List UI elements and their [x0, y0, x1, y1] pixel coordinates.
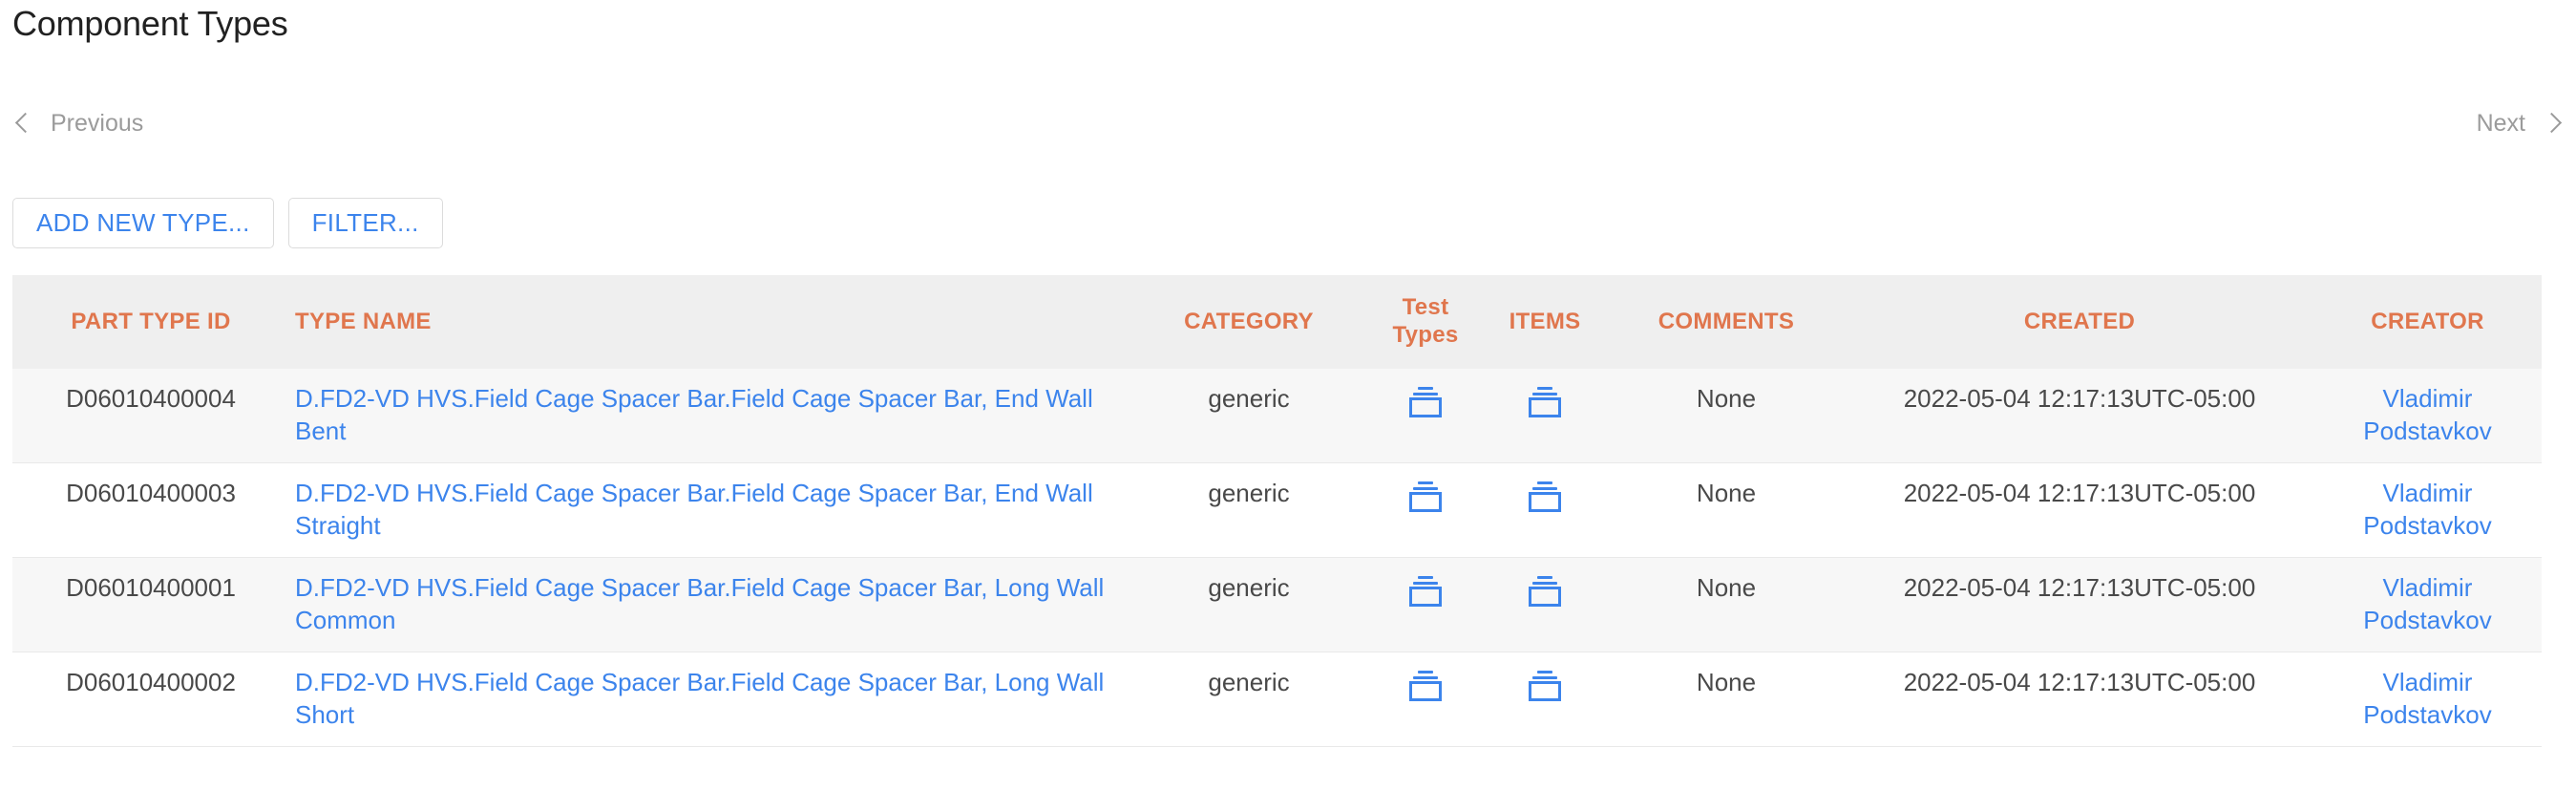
stacked-boxes-icon[interactable]: [1409, 481, 1442, 513]
column-header-created[interactable]: CREATED: [1846, 275, 2313, 369]
component-types-page: Component Types Previous Next ADD NEW TY…: [0, 0, 2576, 791]
cell-part-type-id: D06010400003: [66, 479, 236, 507]
stacked-boxes-icon[interactable]: [1529, 671, 1561, 702]
pagination-bar: Previous Next: [0, 101, 2576, 145]
stacked-boxes-icon[interactable]: [1529, 576, 1561, 608]
cell-part-type-id: D06010400002: [66, 668, 236, 696]
table-header-row: PART TYPE ID TYPE NAME CATEGORY Test Typ…: [12, 275, 2542, 369]
column-header-test-types[interactable]: Test Types: [1368, 275, 1483, 369]
table-row: D06010400001 D.FD2-VD HVS.Field Cage Spac…: [12, 557, 2542, 652]
add-new-type-button[interactable]: ADD NEW TYPE...: [12, 198, 274, 248]
next-page-button[interactable]: Next: [2477, 109, 2564, 138]
cell-test-types: [1368, 463, 1483, 558]
cell-creator: Vladimir Podstavkov: [2313, 652, 2542, 747]
page-title: Component Types: [12, 4, 288, 43]
next-page-label: Next: [2476, 110, 2525, 137]
cell-items: [1483, 369, 1607, 463]
cell-created: 2022-05-04 12:17:13UTC-05:00: [1903, 573, 2256, 602]
cell-category: generic: [1208, 479, 1290, 507]
cell-category: generic: [1208, 384, 1290, 413]
cell-comments: None: [1696, 384, 1757, 413]
previous-page-label: Previous: [51, 110, 144, 137]
stacked-boxes-icon[interactable]: [1409, 671, 1442, 702]
component-types-table-container: PART TYPE ID TYPE NAME CATEGORY Test Typ…: [12, 275, 2542, 747]
toolbar: ADD NEW TYPE... FILTER...: [12, 198, 443, 248]
cell-creator: Vladimir Podstavkov: [2313, 463, 2542, 558]
column-header-items[interactable]: ITEMS: [1483, 275, 1607, 369]
cell-creator: Vladimir Podstavkov: [2313, 558, 2542, 652]
cell-category: generic: [1208, 668, 1290, 696]
cell-test-types: [1368, 652, 1483, 747]
stacked-boxes-icon[interactable]: [1409, 387, 1442, 418]
cell-comments: None: [1696, 573, 1757, 602]
cell-type-name: D.FD2-VD HVS.Field Cage Spacer Bar.Field…: [289, 558, 1130, 652]
cell-items: [1483, 463, 1607, 558]
cell-created: 2022-05-04 12:17:13UTC-05:00: [1903, 479, 2256, 507]
cell-type-name: D.FD2-VD HVS.Field Cage Spacer Bar.Field…: [289, 369, 1130, 463]
table-header: PART TYPE ID TYPE NAME CATEGORY Test Typ…: [12, 275, 2542, 369]
cell-items: [1483, 558, 1607, 652]
type-name-link[interactable]: D.FD2-VD HVS.Field Cage Spacer Bar.Field…: [295, 384, 1093, 445]
cell-comments: None: [1696, 479, 1757, 507]
filter-button[interactable]: FILTER...: [287, 198, 443, 248]
table-row: D06010400004 D.FD2-VD HVS.Field Cage Spac…: [12, 369, 2542, 463]
column-header-part-type-id[interactable]: PART TYPE ID: [12, 275, 289, 369]
stacked-boxes-icon[interactable]: [1529, 387, 1561, 418]
column-header-type-name[interactable]: TYPE NAME: [289, 275, 1130, 369]
cell-comments: None: [1696, 668, 1757, 696]
cell-created: 2022-05-04 12:17:13UTC-05:00: [1903, 668, 2256, 696]
column-header-creator[interactable]: CREATOR: [2313, 275, 2542, 369]
creator-link[interactable]: Vladimir Podstavkov: [2363, 479, 2491, 540]
cell-test-types: [1368, 558, 1483, 652]
cell-items: [1483, 652, 1607, 747]
table-row: D06010400003 D.FD2-VD HVS.Field Cage Spac…: [12, 463, 2542, 558]
creator-link[interactable]: Vladimir Podstavkov: [2363, 668, 2491, 729]
table-row: D06010400002 D.FD2-VD HVS.Field Cage Spac…: [12, 652, 2542, 747]
stacked-boxes-icon[interactable]: [1529, 481, 1561, 513]
cell-part-type-id: D06010400001: [66, 573, 236, 602]
type-name-link[interactable]: D.FD2-VD HVS.Field Cage Spacer Bar.Field…: [295, 668, 1104, 729]
cell-created: 2022-05-04 12:17:13UTC-05:00: [1903, 384, 2256, 413]
cell-creator: Vladimir Podstavkov: [2313, 369, 2542, 463]
stacked-boxes-icon[interactable]: [1409, 576, 1442, 608]
component-types-table: PART TYPE ID TYPE NAME CATEGORY Test Typ…: [12, 275, 2542, 747]
cell-test-types: [1368, 369, 1483, 463]
cell-type-name: D.FD2-VD HVS.Field Cage Spacer Bar.Field…: [289, 652, 1130, 747]
creator-link[interactable]: Vladimir Podstavkov: [2363, 384, 2491, 445]
column-header-comments[interactable]: COMMENTS: [1607, 275, 1846, 369]
cell-category: generic: [1208, 573, 1290, 602]
previous-page-button[interactable]: Previous: [12, 109, 143, 138]
chevron-left-icon: [12, 113, 33, 134]
column-header-category[interactable]: CATEGORY: [1130, 275, 1368, 369]
type-name-link[interactable]: D.FD2-VD HVS.Field Cage Spacer Bar.Field…: [295, 479, 1093, 540]
creator-link[interactable]: Vladimir Podstavkov: [2363, 573, 2491, 634]
chevron-right-icon: [2543, 113, 2564, 134]
table-body: D06010400004 D.FD2-VD HVS.Field Cage Spac…: [12, 369, 2542, 747]
cell-part-type-id: D06010400004: [66, 384, 236, 413]
cell-type-name: D.FD2-VD HVS.Field Cage Spacer Bar.Field…: [289, 463, 1130, 558]
type-name-link[interactable]: D.FD2-VD HVS.Field Cage Spacer Bar.Field…: [295, 573, 1104, 634]
